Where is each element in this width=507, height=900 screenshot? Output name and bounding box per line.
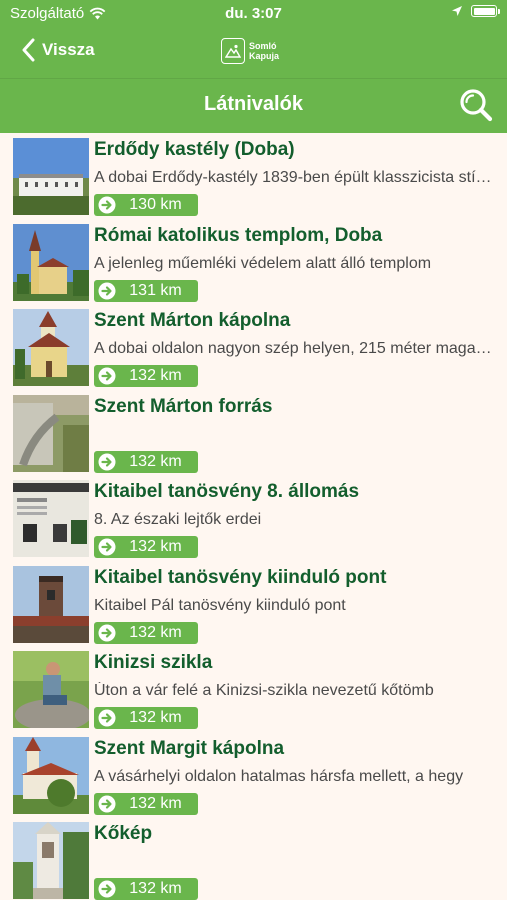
distance-button[interactable]: 132 km	[94, 707, 198, 729]
logo-text-line2: Kapuja	[249, 51, 280, 61]
arrow-right-circle-icon	[98, 880, 116, 898]
distance-label: 132 km	[129, 794, 182, 812]
back-button[interactable]: Vissza	[22, 38, 95, 62]
arrow-right-circle-icon	[98, 367, 116, 385]
sights-list: Erdődy kastély (Doba) A dobai Erdődy-kas…	[0, 136, 507, 900]
distance-label: 132 km	[129, 452, 182, 470]
distance-label: 130 km	[129, 196, 182, 213]
item-title: Római katolikus templom, Doba	[94, 224, 383, 246]
distance-label: 132 km	[129, 709, 182, 726]
arrow-right-circle-icon	[98, 538, 116, 556]
distance-label: 132 km	[129, 367, 182, 384]
item-thumbnail	[13, 565, 89, 643]
list-item[interactable]: Kitaibel tanösvény kiinduló pont Kitaibe…	[0, 564, 507, 650]
distance-button[interactable]: 131 km	[94, 279, 198, 302]
item-thumbnail	[13, 394, 89, 472]
item-title: Erdődy kastély (Doba)	[94, 139, 295, 160]
list-item[interactable]: Szent Márton forrás 132 km	[0, 393, 507, 479]
item-thumbnail	[13, 736, 89, 814]
item-thumbnail	[13, 309, 89, 386]
navigation-bar: Vissza Somló Kapuja	[0, 28, 507, 78]
item-description: 8. Az északi lejtők erdei	[94, 511, 262, 528]
logo-text-line1: Somló	[249, 41, 277, 51]
item-title: Kinizsi szikla	[94, 652, 213, 673]
distance-button[interactable]: 130 km	[94, 194, 198, 216]
distance-label: 132 km	[129, 623, 182, 641]
item-thumbnail	[13, 223, 89, 301]
item-title: Szent Márton kápolna	[94, 310, 291, 331]
distance-button[interactable]: 132 km	[94, 365, 198, 387]
chevron-left-icon	[22, 38, 35, 62]
distance-label: 132 km	[129, 880, 182, 897]
logo-mark-icon	[221, 38, 245, 64]
search-icon[interactable]	[458, 87, 494, 123]
list-item[interactable]: Kinizsi szikla Úton a vár felé a Kinizsi…	[0, 649, 507, 735]
item-thumbnail	[13, 822, 89, 899]
list-item[interactable]: Kitaibel tanösvény 8. állomás 8. Az észa…	[0, 478, 507, 564]
list-item[interactable]: Szent Margit kápolna A vásárhelyi oldalo…	[0, 735, 507, 821]
status-bar: Szolgáltató du. 3:07	[0, 0, 507, 28]
distance-button[interactable]: 132 km	[94, 450, 198, 473]
distance-button[interactable]: 132 km	[94, 621, 198, 644]
header-bar: Szolgáltató du. 3:07 Vissza Somló Kapuja…	[0, 0, 507, 133]
item-description: A jelenleg műemléki védelem alatt álló t…	[94, 254, 432, 272]
distance-label: 132 km	[129, 538, 182, 555]
battery-icon	[471, 5, 500, 17]
item-description: A dobai Erdődy-kastély 1839-ben épült kl…	[94, 169, 494, 186]
item-description: Úton a vár felé a Kinizsi-szikla nevezet…	[94, 682, 434, 699]
item-description: Kitaibel Pál tanösvény kiinduló pont	[94, 596, 346, 614]
distance-button[interactable]: 132 km	[94, 792, 198, 815]
item-thumbnail	[13, 138, 89, 215]
arrow-right-circle-icon	[98, 282, 116, 299]
distance-button[interactable]: 132 km	[94, 536, 198, 558]
item-thumbnail	[13, 480, 89, 557]
item-thumbnail	[13, 651, 89, 728]
back-label: Vissza	[42, 40, 95, 59]
arrow-right-circle-icon	[98, 196, 116, 214]
arrow-right-circle-icon	[98, 795, 116, 812]
list-item[interactable]: Erdődy kastély (Doba) A dobai Erdődy-kas…	[0, 136, 507, 222]
item-title: Kitaibel tanösvény 8. állomás	[94, 481, 360, 502]
distance-label: 131 km	[129, 281, 182, 299]
list-item[interactable]: Kőkép 132 km	[0, 820, 507, 900]
item-title: Szent Márton forrás	[94, 395, 273, 417]
item-description: A vásárhelyi oldalon hatalmas hársfa mel…	[94, 767, 464, 785]
page-title: Látnivalók	[204, 93, 303, 115]
distance-button[interactable]: 132 km	[94, 878, 198, 900]
list-item[interactable]: Szent Márton kápolna A dobai oldalon nag…	[0, 307, 507, 393]
arrow-right-circle-icon	[98, 624, 116, 641]
item-description: A dobai oldalon nagyon szép helyen, 215 …	[94, 340, 494, 357]
status-time: du. 3:07	[225, 5, 282, 22]
arrow-right-circle-icon	[98, 453, 116, 470]
item-title: Szent Margit kápolna	[94, 737, 285, 759]
item-title: Kitaibel tanösvény kiinduló pont	[94, 566, 387, 588]
arrow-right-circle-icon	[98, 709, 116, 727]
list-item[interactable]: Római katolikus templom, Doba A jelenleg…	[0, 222, 507, 308]
item-title: Kőkép	[94, 823, 153, 844]
location-arrow-icon	[452, 6, 462, 16]
app-logo: Somló Kapuja	[221, 38, 279, 64]
